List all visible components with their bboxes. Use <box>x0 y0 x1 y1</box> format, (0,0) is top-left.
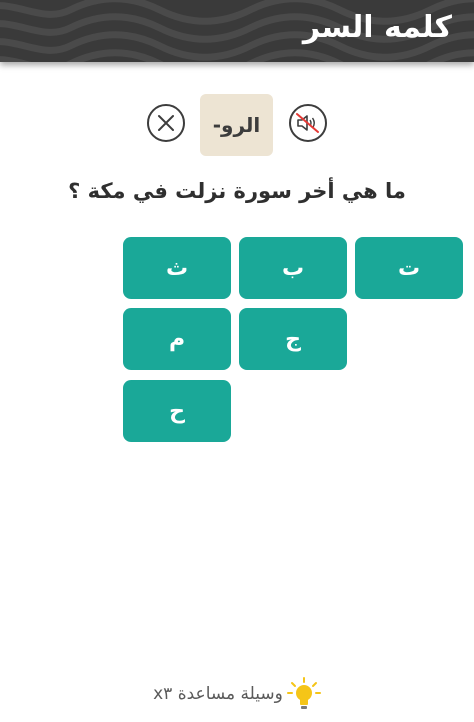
sound-toggle-button[interactable] <box>289 104 327 142</box>
controls-bar: الرو- <box>0 94 474 156</box>
letter-button[interactable]: ح <box>123 380 231 442</box>
question-text: ما هي أخر سورة نزلت في مكة ؟ <box>68 179 406 203</box>
letter-button[interactable]: ج <box>239 308 347 370</box>
close-icon <box>158 115 174 131</box>
hint-button[interactable]: وسيلة مساعدة x٣ <box>0 676 474 712</box>
answer-text: الرو- <box>212 113 261 137</box>
letter-button[interactable]: ب <box>239 237 347 299</box>
app-header: كلمه السر <box>0 0 474 62</box>
letter-button[interactable]: ث <box>123 237 231 299</box>
app-title: كلمه السر <box>302 10 452 45</box>
close-button[interactable] <box>147 104 185 142</box>
letter-button[interactable]: ت <box>355 237 463 299</box>
answer-box: الرو- <box>200 94 273 156</box>
sound-muted-icon <box>296 113 319 133</box>
letter-button[interactable]: م <box>123 308 231 370</box>
lightbulb-icon <box>286 677 321 709</box>
letter-grid: ت ب ث ج م ح <box>0 237 474 447</box>
hint-label: وسيلة مساعدة x٣ <box>153 684 283 704</box>
